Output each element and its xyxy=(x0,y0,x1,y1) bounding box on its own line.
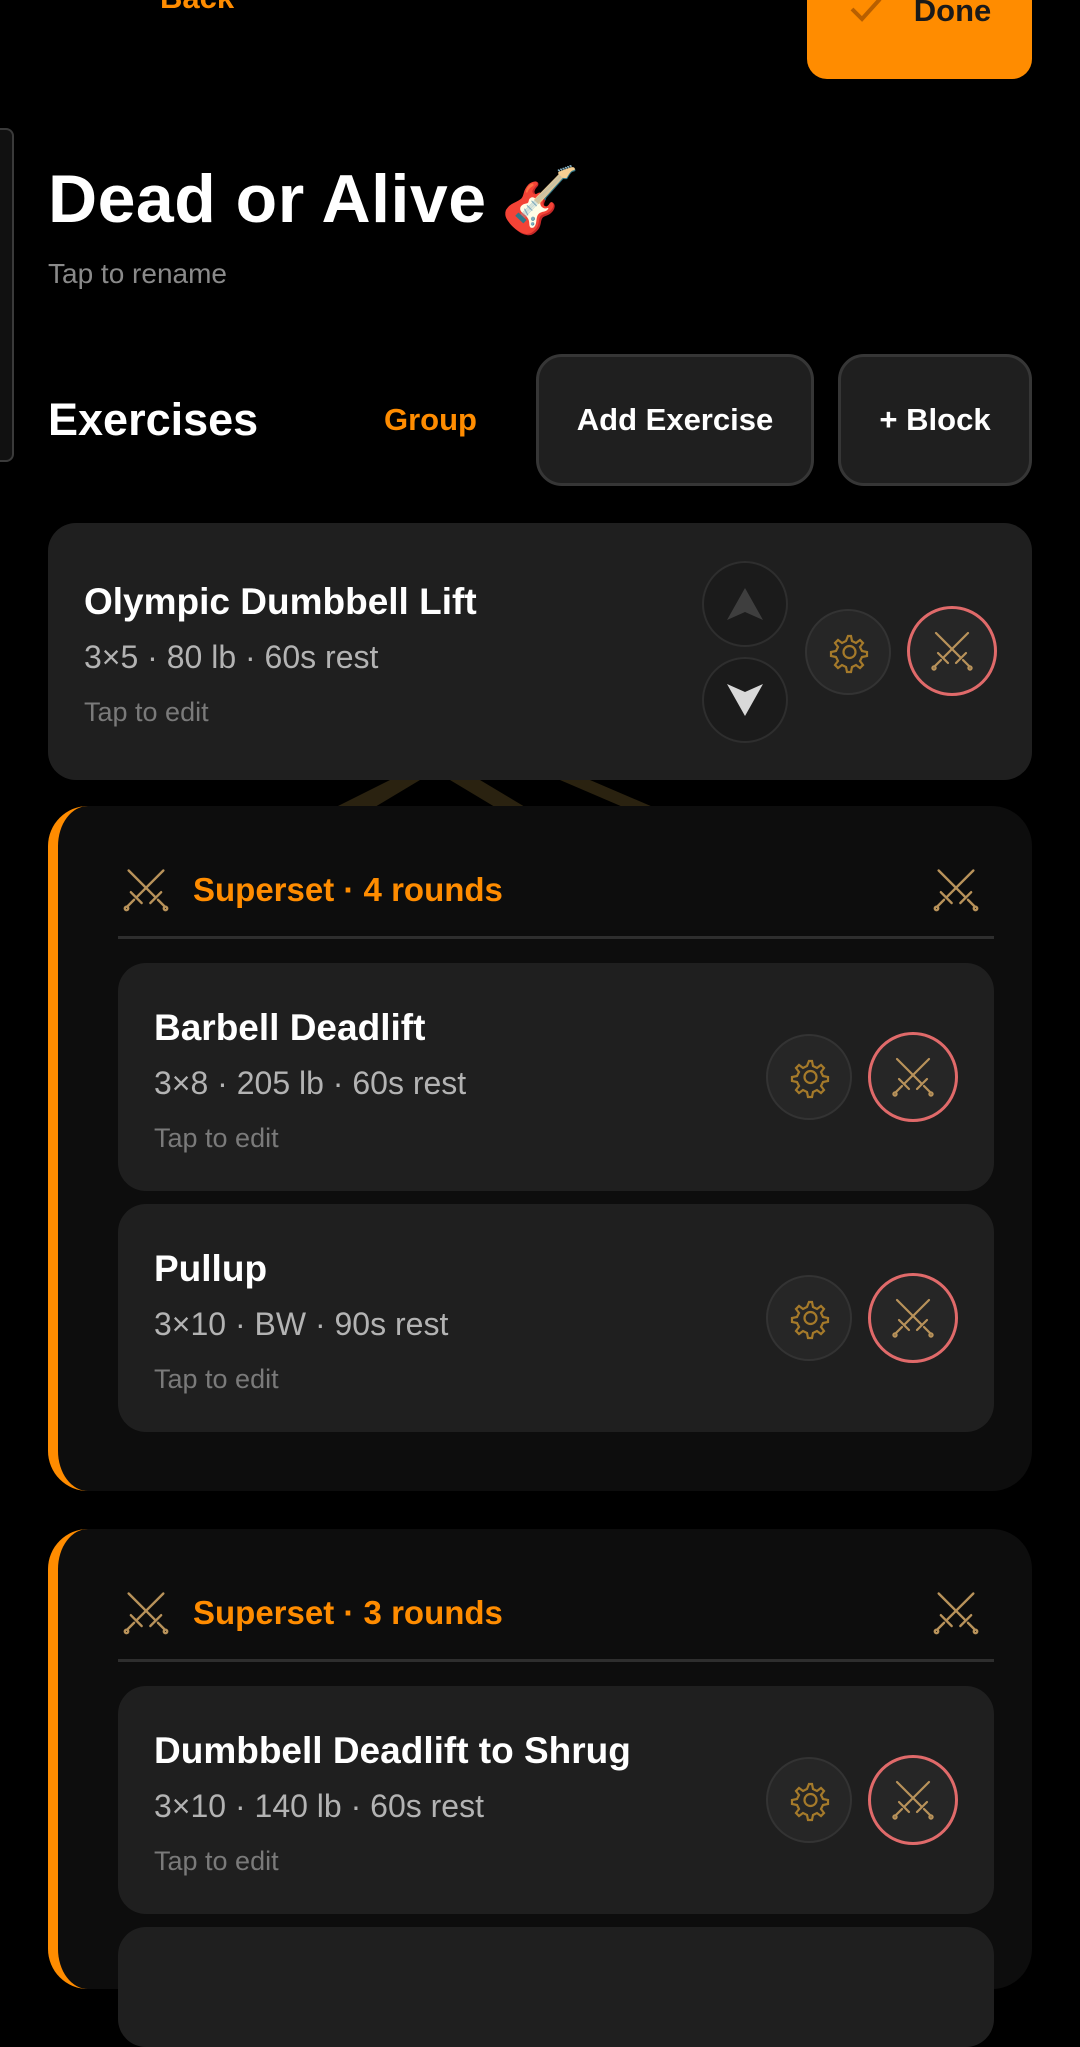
superset-toggle-button[interactable] xyxy=(868,1755,958,1845)
exercise-settings-button[interactable] xyxy=(766,1757,852,1843)
crossed-swords-icon[interactable] xyxy=(930,864,982,916)
exercise-settings-button[interactable] xyxy=(805,609,891,695)
crossed-swords-icon xyxy=(889,1053,937,1101)
exercise-name: Barbell Deadlift xyxy=(154,1007,426,1048)
superset-title: Superset · 4 rounds xyxy=(193,871,503,908)
superset-toggle-button[interactable] xyxy=(907,606,997,696)
exercise-card-partial[interactable] xyxy=(118,1927,994,2047)
crossed-swords-icon xyxy=(889,1776,937,1824)
crossed-swords-icon xyxy=(120,864,172,916)
edit-hint: Tap to edit xyxy=(154,1846,279,1876)
superset-title: Superset · 3 rounds xyxy=(193,1594,503,1631)
superset-block: Superset · 3 rounds Dumbbell Deadlift to… xyxy=(48,1529,1032,2047)
exercise-settings-button[interactable] xyxy=(766,1034,852,1120)
guitar-icon: 🎸 xyxy=(500,164,581,236)
crossed-swords-icon[interactable] xyxy=(930,1587,982,1639)
exercise-card[interactable]: Dumbbell Deadlift to Shrug 3×10 · 140 lb… xyxy=(118,1686,994,1914)
exercise-meta: 3×8 · 205 lb · 60s rest xyxy=(154,1065,467,1101)
check-icon xyxy=(850,0,882,22)
edit-hint: Tap to edit xyxy=(154,1364,279,1394)
superset-toggle-button[interactable] xyxy=(868,1032,958,1122)
done-label: Done xyxy=(913,0,992,28)
exercises-heading: Exercises xyxy=(48,394,259,445)
exercise-name: Dumbbell Deadlift to Shrug xyxy=(154,1730,631,1771)
crossed-swords-icon xyxy=(120,1587,172,1639)
gear-icon xyxy=(785,1776,833,1824)
arrow-down-icon xyxy=(727,684,763,716)
gear-icon xyxy=(824,628,872,676)
divider xyxy=(118,936,994,939)
workout-title-text: Dead or Alive xyxy=(48,161,487,237)
workout-title[interactable]: Dead or Alive 🎸 xyxy=(48,160,581,238)
rename-hint: Tap to rename xyxy=(48,258,227,289)
back-arrow-icon xyxy=(88,0,138,23)
edit-hint: Tap to edit xyxy=(84,697,209,727)
exercise-meta: 3×10 · BW · 90s rest xyxy=(154,1306,449,1342)
exercise-card[interactable]: Olympic Dumbbell Lift 3×5 · 80 lb · 60s … xyxy=(48,523,1032,780)
divider xyxy=(118,1659,994,1662)
exercise-name: Pullup xyxy=(154,1248,268,1289)
superset-toggle-button[interactable] xyxy=(868,1273,958,1363)
gear-icon xyxy=(785,1053,833,1101)
exercise-card[interactable]: Pullup 3×10 · BW · 90s rest Tap to edit xyxy=(118,1204,994,1432)
edit-hint: Tap to edit xyxy=(154,1123,279,1153)
exercise-card[interactable]: Barbell Deadlift 3×8 · 205 lb · 60s rest… xyxy=(118,963,994,1191)
exercise-meta: 3×10 · 140 lb · 60s rest xyxy=(154,1788,484,1824)
group-button[interactable]: Group xyxy=(384,402,477,438)
side-drawer-handle[interactable] xyxy=(0,128,14,462)
move-up-button[interactable] xyxy=(702,561,788,647)
back-button[interactable]: Back xyxy=(88,0,234,26)
add-exercise-button[interactable]: Add Exercise xyxy=(536,354,814,486)
exercise-settings-button[interactable] xyxy=(766,1275,852,1361)
arrow-up-icon xyxy=(727,588,763,620)
done-button[interactable]: Done xyxy=(807,0,1032,79)
exercise-meta: 3×5 · 80 lb · 60s rest xyxy=(84,639,379,675)
exercise-name: Olympic Dumbbell Lift xyxy=(84,581,477,622)
add-block-button[interactable]: + Block xyxy=(838,354,1032,486)
gear-icon xyxy=(785,1294,833,1342)
superset-block: Superset · 4 rounds Barbell Deadlift 3×8… xyxy=(48,806,1032,1491)
back-label: Back xyxy=(160,0,234,16)
crossed-swords-icon xyxy=(928,627,976,675)
move-down-button[interactable] xyxy=(702,657,788,743)
crossed-swords-icon xyxy=(889,1294,937,1342)
